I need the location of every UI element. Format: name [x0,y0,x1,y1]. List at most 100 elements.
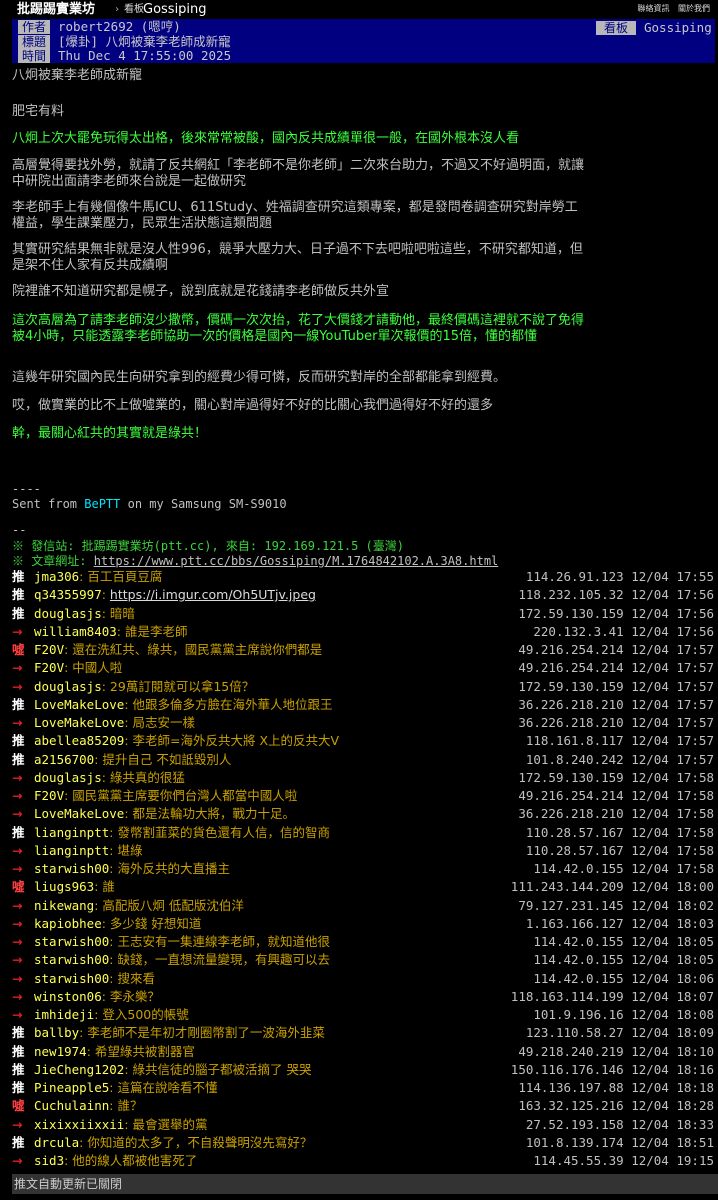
arrow-tag: → [12,970,23,986]
push-row: → douglasjs: 29萬訂閱就可以拿15倍？ 172.59.130.159 … [12,678,714,696]
push-user: F20V: 還在洗紅共、綠共，國民黨黨主席說你們都是 [34,642,323,657]
push-content: : 你知道的太多了，不自殺聲明沒先寫好？ [79,1134,313,1150]
title-label: 標題 [18,34,50,49]
push-tag: 推 [12,751,25,767]
push-user: ballby: 李老師不是年初才剛圈幣割了一波海外韭菜 [34,1025,325,1041]
push-user: drcula: 你知道的太多了，不自殺聲明沒先寫好？ [34,1134,313,1150]
push-user: sid3: 他的線人都被他害死了 [34,1153,198,1168]
board-value: Gossiping [644,20,712,35]
push-user: douglasjs: 暗暗 [34,605,135,621]
push-row: 推 drcula: 你知道的太多了，不自殺聲明沒先寫好？ 101.8.139.174… [12,1134,714,1152]
push-user: imhideji: 登入500的帳號 [34,1007,189,1022]
push-user: abellea85209: 李老師=海外反共大將 X上的反共大V [34,733,340,749]
push-row: 推 a2156700: 提升自己 不如詆毀別人 101.8.240.242 12/0… [12,751,714,769]
push-content: : 李老師不是年初才剛圈幣割了一波海外韭菜 [79,1025,325,1041]
push-ip-time: 36.226.218.210 12/04 17:58 [518,806,714,822]
contact-link[interactable]: 聯絡資訊 [637,4,669,13]
push-row: 推 q34355997: https://i.imgur.com/Oh5UTjv.… [12,586,714,604]
push-ip-time: 101.8.240.242 12/04 17:57 [525,751,714,767]
arrow-tag: → [12,660,23,676]
push-tag: 推 [12,1134,25,1150]
push-ip-time: 114.42.0.155 12/04 18:05 [533,952,714,968]
push-ip-time: 118.163.114.199 12/04 18:07 [510,988,714,1004]
site-brand-link[interactable]: 批踢踢實業坊 [17,0,95,19]
arrow-tag: → [12,769,23,785]
arrow-tag: → [12,678,23,694]
push-ip-time: 79.127.231.145 12/04 18:02 [518,897,714,913]
push-content: : 高配版八炯 低配版沈伯洋 [94,897,244,913]
paragraph-highlight: 八炯上次大罷免玩得太出格，後來常常被酸，國內反共成績單很一般，在國外根本沒人看 [12,131,520,146]
arrow-tag: → [12,1116,23,1132]
push-ip-time: 49.216.254.214 12/04 17:57 [518,660,714,676]
push-content: : 暗暗 [101,605,135,621]
push-user: winston06: 李永樂？ [34,988,160,1004]
about-link[interactable]: 關於我們 [678,4,710,13]
arrow-tag: → [12,842,23,858]
push-tag: 推 [12,1061,25,1077]
push-content: : 29萬訂閱就可以拿15倍？ [101,678,255,694]
meta-time-row: 時間 Thu Dec 4 17:55:00 2025 [12,49,715,64]
push-ip-time: 118.232.105.32 12/04 17:56 [518,587,714,603]
push-row: 噓 Cuchulainn: 誰？ 163.32.125.216 12/04 18:2… [12,1097,714,1115]
top-links: 聯絡資訊 關於我們 [631,0,710,17]
push-ip-time: 101.9.196.16 12/04 18:08 [533,1007,714,1022]
push-user: kapiobhee: 多少錢 好想知道 [34,915,202,931]
push-user: q34355997: https://i.imgur.com/Oh5UTjv.j… [34,587,316,603]
push-row: 推 jma306: 百工百頁豆腐 114.26.91.123 12/04 17:55 [12,568,714,586]
push-user: douglasjs: 綠共真的很猛 [34,769,185,785]
paragraph: 院裡誰不知道研究都是幌子，說到底就是花錢請李老師做反共外宣 [12,284,390,299]
push-tag: 推 [12,587,25,603]
push-row: 噓 liugs963: 誰 111.243.144.209 12/04 18:00 [12,878,714,896]
paragraph: 高層覺得要找外勞，就請了反共網紅「李老師不是你老師」二次來台助力，不過又不好過明… [12,158,585,189]
push-row: → sid3: 他的線人都被他害死了 114.45.55.39 12/04 19:1… [12,1152,714,1170]
push-ip-time: 150.116.176.146 12/04 18:16 [510,1061,714,1077]
push-user: LoveMakeLove: 他跟多倫多方臉在海外華人地位跟王 [34,696,333,712]
board-link[interactable]: Gossiping [143,0,207,19]
signature-divider: ---- [12,482,41,496]
paragraph: 哎，做實業的比不上做噓業的，關心對岸過得好不好的比關心我們過得好不好的還多 [12,398,494,413]
article-meta-header: 作者 robert2692 (嗯哼) 看板 Gossiping 標題 [爆卦] … [12,19,715,63]
push-tag: 推 [12,824,25,840]
push-ip-time: 172.59.130.159 12/04 17:56 [518,605,714,621]
author-value: robert2692 (嗯哼) [58,19,181,34]
time-label: 時間 [18,49,50,63]
paragraph-highlight: 幹，最關心紅共的其實就是綠共！ [12,426,208,441]
signature-prefix: Sent from [12,497,85,511]
push-row: 推 lianginptt: 發幣割韮菜的貨色還有人信，信的智商 110.28.57.… [12,824,714,842]
beptt-link[interactable]: BePTT [84,497,120,511]
paragraph-highlight: 這次高層為了請李老師沒少撒幣，價碼一次次抬，花了大價錢才請動他，最終價碼這裡就不… [12,313,585,344]
top-nav-bar: 批踢踢實業坊 › 看板 Gossiping 聯絡資訊 關於我們 [0,0,718,19]
push-ip-time: 114.42.0.155 12/04 17:58 [533,861,714,876]
push-user: starwish00: 王志安有一集連線李老師，就知道他很 [34,934,330,949]
push-content: : 還在洗紅共、綠共，國民黨黨主席說你們都是 [64,642,323,657]
push-ip-time: 110.28.57.167 12/04 17:58 [525,824,714,840]
push-link[interactable]: https://i.imgur.com/Oh5UTjv.jpeg [110,587,316,602]
push-row: → F20V: 中國人啦 49.216.254.214 12/04 17:57 [12,659,714,677]
push-content: : 國民黨黨主席要你們台灣人都當中國人啦 [64,788,298,803]
arrow-tag: → [12,952,23,968]
boo-tag: 噓 [12,642,25,657]
push-content: : 這篇在說啥看不懂 [109,1080,218,1095]
article-url-link[interactable]: https://www.ptt.cc/bbs/Gossiping/M.17648… [94,554,499,568]
push-row: → xixixxiixxii: 最會選舉的黨 27.52.193.158 12/04… [12,1116,714,1134]
push-content: : 中國人啦 [64,660,123,676]
push-ip-time: 49.216.254.214 12/04 17:58 [518,788,714,803]
push-content: : 希望綠共被割器官 [86,1043,195,1059]
push-user: LoveMakeLove: 都是法輪功大將，戰力十足。 [34,806,295,822]
signature-line: Sent from BePTT on my Samsung SM-S9010 [12,497,287,511]
push-user: Pineapple5: 這篇在說啥看不懂 [34,1080,218,1095]
paragraph: 肥宅有料 [12,104,65,119]
arrow-tag: → [12,715,23,730]
push-row: 噓 F20V: 還在洗紅共、綠共，國民黨黨主席說你們都是 49.216.254.21… [12,641,714,659]
push-content: : 缺錢，一直想流量變現，有興趣可以去 [109,952,330,968]
push-ip-time: 27.52.193.158 12/04 18:33 [525,1116,714,1132]
push-row: → lianginptt: 堪綠 110.28.57.167 12/04 17:58 [12,842,714,860]
push-content: : 提升自己 不如詆毀別人 [94,751,232,767]
push-ip-time: 172.59.130.159 12/04 17:57 [518,678,714,694]
push-content: : 多少錢 好想知道 [101,915,202,931]
boo-tag: 噓 [12,879,25,895]
push-content: : 誰？ [109,1098,143,1114]
meta-title-row: 標題 [爆卦] 八炯被棄李老師成新寵 [12,34,715,50]
boo-tag: 噓 [12,1098,25,1114]
push-ip-time: 114.42.0.155 12/04 18:05 [533,934,714,949]
